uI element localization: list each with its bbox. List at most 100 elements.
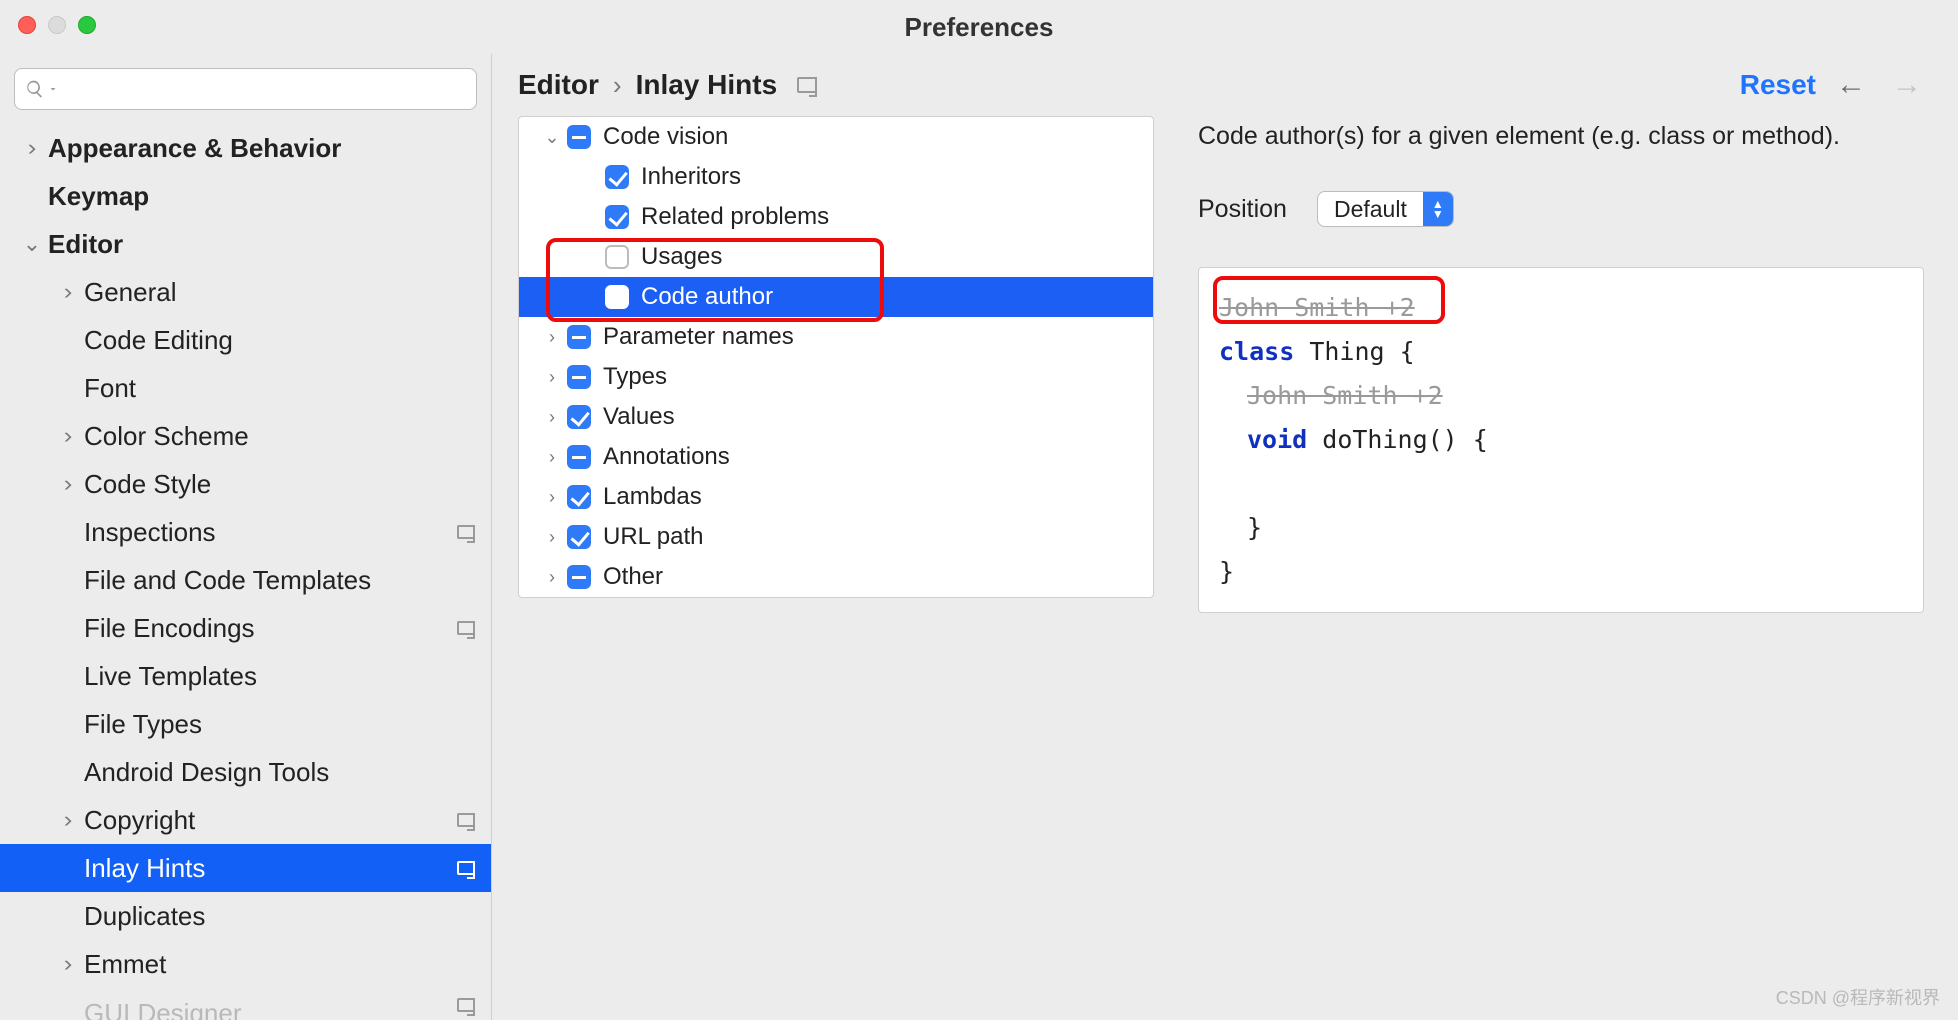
chevron-right-icon: › xyxy=(54,951,83,977)
sidebar-item[interactable]: ⌄Editor xyxy=(0,220,491,268)
sidebar-item-label: General xyxy=(84,277,491,308)
chevron-right-icon: › xyxy=(54,807,83,833)
code-text: doThing() { xyxy=(1307,425,1488,454)
checkbox[interactable] xyxy=(567,405,591,429)
sidebar-item[interactable]: ›Inlay Hints xyxy=(0,844,491,892)
hint-tree-item[interactable]: ⌄ Code vision xyxy=(519,117,1153,157)
checkbox[interactable] xyxy=(567,565,591,589)
sidebar-item[interactable]: ›GUI Designer xyxy=(0,988,491,1020)
hint-tree-item[interactable]: › Parameter names xyxy=(519,317,1153,357)
header: Editor › Inlay Hints Reset ← → xyxy=(492,54,1958,116)
hint-tree-label: Parameter names xyxy=(603,323,1153,351)
checkbox[interactable] xyxy=(567,525,591,549)
sidebar-item[interactable]: ›General xyxy=(0,268,491,316)
preferences-window: Preferences ›Appearance & Behavior›Keyma… xyxy=(0,0,1958,1020)
back-button[interactable]: ← xyxy=(1830,68,1872,102)
search-input[interactable] xyxy=(14,68,477,110)
hint-tree-item[interactable]: Code author xyxy=(519,277,1153,317)
checkbox[interactable] xyxy=(567,125,591,149)
code-text: } xyxy=(1247,513,1262,542)
sidebar-item[interactable]: ›Inspections xyxy=(0,508,491,556)
hint-tree-label: Inheritors xyxy=(641,163,1153,191)
detail-panel: Code author(s) for a given element (e.g.… xyxy=(1154,116,1958,1020)
sidebar-item[interactable]: ›Color Scheme xyxy=(0,412,491,460)
sidebar-item-label: Color Scheme xyxy=(84,421,491,452)
sidebar-item[interactable]: ›Duplicates xyxy=(0,892,491,940)
hint-tree-label: Values xyxy=(603,403,1153,431)
hint-description: Code author(s) for a given element (e.g.… xyxy=(1198,122,1924,151)
watermark: CSDN @程序新视界 xyxy=(1776,984,1940,1010)
hint-tree-label: Code vision xyxy=(603,123,1153,151)
hint-tree-item[interactable]: ›Types xyxy=(519,357,1153,397)
position-select[interactable]: Default ▲▼ xyxy=(1317,191,1454,227)
sidebar-item-label: Copyright xyxy=(84,805,491,836)
sidebar-item-label: Inlay Hints xyxy=(84,853,491,884)
sidebar-item[interactable]: ›Live Templates xyxy=(0,652,491,700)
sidebar-item[interactable]: ›Emmet xyxy=(0,940,491,988)
checkbox[interactable] xyxy=(567,365,591,389)
breadcrumb-root[interactable]: Editor xyxy=(518,69,599,101)
sidebar-item[interactable]: ›Appearance & Behavior xyxy=(0,124,491,172)
chevron-right-icon: › xyxy=(54,423,83,449)
checkbox[interactable] xyxy=(605,165,629,189)
chevron-right-icon: › xyxy=(537,327,567,348)
hint-tree-label: Types xyxy=(603,363,1153,391)
checkbox[interactable] xyxy=(605,245,629,269)
keyword: void xyxy=(1247,425,1307,454)
hint-tree-item[interactable]: ›URL path xyxy=(519,517,1153,557)
chevron-right-icon: › xyxy=(54,279,83,305)
hint-tree-item[interactable]: Related problems xyxy=(519,197,1153,237)
chevron-right-icon: › xyxy=(537,447,567,468)
sidebar-item-label: GUI Designer xyxy=(84,998,491,1020)
body: ›Appearance & Behavior›Keymap⌄Editor›Gen… xyxy=(0,54,1958,1020)
sidebar-item[interactable]: ›Font xyxy=(0,364,491,412)
sidebar-item-label: File and Code Templates xyxy=(84,565,491,596)
code-text: } xyxy=(1219,557,1234,586)
main-panel: Editor › Inlay Hints Reset ← → ⌄ Code vis… xyxy=(492,54,1958,1020)
hint-tree-item[interactable]: ›Values xyxy=(519,397,1153,437)
hint-tree-label: Related problems xyxy=(641,203,1153,231)
sidebar-item[interactable]: ›Code Style xyxy=(0,460,491,508)
author-hint: John Smith +2 xyxy=(1219,293,1415,322)
reset-button[interactable]: Reset xyxy=(1740,69,1816,101)
sidebar-item[interactable]: ›File Encodings xyxy=(0,604,491,652)
sidebar-item-label: Live Templates xyxy=(84,661,491,692)
sidebar-item[interactable]: ›File Types xyxy=(0,700,491,748)
sidebar-item-label: Appearance & Behavior xyxy=(48,133,491,164)
sidebar-item[interactable]: ›File and Code Templates xyxy=(0,556,491,604)
code-preview: John Smith +2 class Thing { John Smith +… xyxy=(1198,267,1924,613)
breadcrumb-sep: › xyxy=(613,70,622,101)
sidebar-item[interactable]: ›Copyright xyxy=(0,796,491,844)
search-wrap xyxy=(0,68,491,124)
sidebar: ›Appearance & Behavior›Keymap⌄Editor›Gen… xyxy=(0,54,492,1020)
sidebar-item[interactable]: ›Keymap xyxy=(0,172,491,220)
checkbox[interactable] xyxy=(605,285,629,309)
checkbox[interactable] xyxy=(567,485,591,509)
project-scope-icon xyxy=(457,813,475,827)
sidebar-item-label: Font xyxy=(84,373,491,404)
hint-tree-item[interactable]: ›Other xyxy=(519,557,1153,597)
hint-tree-item[interactable]: Inheritors xyxy=(519,157,1153,197)
chevron-right-icon: › xyxy=(54,471,83,497)
checkbox[interactable] xyxy=(605,205,629,229)
checkbox[interactable] xyxy=(567,325,591,349)
project-scope-icon xyxy=(457,621,475,635)
chevron-down-icon: ⌄ xyxy=(537,127,567,148)
scope-icon xyxy=(797,77,817,93)
stepper-icon: ▲▼ xyxy=(1423,192,1453,226)
code-text: Thing { xyxy=(1294,337,1414,366)
hint-tree-item[interactable]: › Annotations xyxy=(519,437,1153,477)
project-scope-icon xyxy=(457,525,475,539)
checkbox[interactable] xyxy=(567,445,591,469)
hint-tree-item[interactable]: Usages xyxy=(519,237,1153,277)
position-label: Position xyxy=(1198,195,1287,224)
sidebar-tree: ›Appearance & Behavior›Keymap⌄Editor›Gen… xyxy=(0,124,491,1020)
sidebar-item-label: Editor xyxy=(48,229,491,260)
chevron-right-icon: › xyxy=(537,527,567,548)
hint-tree-item[interactable]: ›Lambdas xyxy=(519,477,1153,517)
hint-tree-label: Annotations xyxy=(603,443,1153,471)
hint-tree-label: Lambdas xyxy=(603,483,1153,511)
sidebar-item[interactable]: ›Android Design Tools xyxy=(0,748,491,796)
chevron-down-icon xyxy=(47,83,59,95)
sidebar-item[interactable]: ›Code Editing xyxy=(0,316,491,364)
